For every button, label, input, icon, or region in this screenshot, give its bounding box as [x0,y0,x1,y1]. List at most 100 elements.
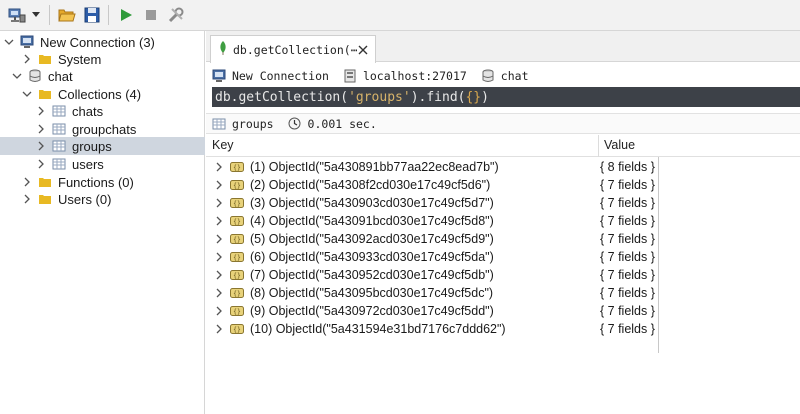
result-row[interactable]: {} (3) ObjectId("5a430903cd030e17c49cf5d… [206,194,800,212]
column-header-key[interactable]: Key [212,138,234,152]
tree-label: Functions (0) [58,174,134,190]
result-key: (3) ObjectId("5a430903cd030e17c49cf5d7") [250,196,494,210]
database-icon [481,69,495,83]
chevron-right-icon[interactable] [214,306,224,316]
stop-icon[interactable] [140,4,162,26]
tree-label: chat [48,68,73,84]
query-suffix: ) [481,89,489,105]
result-row[interactable]: {} (5) ObjectId("5a43092acd030e17c49cf5d… [206,230,800,248]
breadcrumb-database-label: chat [500,69,529,83]
document-icon: {} [230,268,244,282]
tree-item-collection-groupchats[interactable]: groupchats [0,120,205,138]
result-value: { 7 fields } [600,304,655,318]
result-value: { 7 fields } [600,268,655,282]
query-filter: {} [465,89,482,105]
chevron-right-icon[interactable] [214,324,224,334]
result-row[interactable]: {} (4) ObjectId("5a43091bcd030e17c49cf5d… [206,212,800,230]
tree-item-collection-groups[interactable]: groups [0,137,205,155]
chevron-right-icon[interactable] [214,234,224,244]
query-editor[interactable]: db.getCollection('groups').find({}) [212,87,800,107]
result-key: (7) ObjectId("5a430952cd030e17c49cf5db") [250,268,494,282]
chevron-right-icon[interactable] [214,216,224,226]
result-key: (5) ObjectId("5a43092acd030e17c49cf5d9") [250,232,494,246]
result-row[interactable]: {} (10) ObjectId("5a431594e31bd7176c7ddd… [206,320,800,338]
chevron-right-icon[interactable] [22,54,32,64]
result-row[interactable]: {} (8) ObjectId("5a43095bcd030e17c49cf5d… [206,284,800,302]
tree-item-collections[interactable]: Collections (4) [0,85,205,103]
value-column-guide [658,157,659,353]
tree-item-functions[interactable]: Functions (0) [0,173,205,191]
result-key: (1) ObjectId("5a430891bb77aa22ec8ead7b") [250,160,499,174]
result-key: (9) ObjectId("5a430972cd030e17c49cf5dd") [250,304,494,318]
tree-item-connection[interactable]: New Connection (3) [0,33,205,51]
breadcrumb-connection-label: New Connection [232,69,329,83]
folder-icon [38,175,52,189]
svg-text:{}: {} [233,255,241,262]
status-time-label: 0.001 sec. [307,116,377,131]
chevron-right-icon[interactable] [36,141,46,151]
document-icon: {} [230,304,244,318]
chevron-right-icon[interactable] [22,194,32,204]
tree-item-database-chat[interactable]: chat [0,67,205,85]
folder-icon [38,87,52,101]
tree-item-collection-chats[interactable]: chats [0,102,205,120]
save-icon[interactable] [81,4,103,26]
status-collection-label: groups [232,116,274,131]
folder-icon [38,192,52,206]
column-header-value[interactable]: Value [604,138,635,152]
chevron-down-icon[interactable] [22,89,32,99]
result-row[interactable]: {} (1) ObjectId("5a430891bb77aa22ec8ead7… [206,158,800,176]
chevron-right-icon[interactable] [214,180,224,190]
database-icon [28,69,42,83]
result-value: { 7 fields } [600,322,655,336]
document-icon: {} [230,322,244,336]
tree-label: chats [72,103,104,119]
result-key: (10) ObjectId("5a431594e31bd7176c7ddd62"… [250,322,506,336]
chevron-down-icon[interactable] [31,4,41,26]
chevron-right-icon[interactable] [36,106,46,116]
chevron-right-icon[interactable] [36,159,46,169]
result-row[interactable]: {} (9) ObjectId("5a430972cd030e17c49cf5d… [206,302,800,320]
svg-text:{}: {} [233,273,241,280]
tools-icon[interactable] [165,4,187,26]
result-row[interactable]: {} (7) ObjectId("5a430952cd030e17c49cf5d… [206,266,800,284]
clock-icon [288,117,302,131]
svg-text:{}: {} [233,309,241,316]
table-icon [52,122,66,136]
document-icon: {} [230,232,244,246]
chevron-right-icon[interactable] [214,162,224,172]
tab-label: db.getCollection(⋯ [233,42,358,57]
connection-icon[interactable] [6,4,28,26]
svg-text:{}: {} [233,327,241,334]
tree-label: users [72,156,104,172]
document-icon: {} [230,250,244,264]
play-icon[interactable] [115,4,137,26]
result-value: { 7 fields } [600,232,655,246]
chevron-right-icon[interactable] [214,270,224,280]
svg-text:{}: {} [233,219,241,226]
status-collection: groups [212,117,274,131]
result-status-bar: groups 0.001 sec. [206,113,800,134]
chevron-right-icon[interactable] [22,177,32,187]
result-row[interactable]: {} (6) ObjectId("5a430933cd030e17c49cf5d… [206,248,800,266]
column-resize-handle[interactable] [598,135,599,157]
chevron-right-icon[interactable] [214,288,224,298]
table-icon [212,117,226,131]
result-row[interactable]: {} (2) ObjectId("5a4308f2cd030e17c49cf5d… [206,176,800,194]
chevron-right-icon[interactable] [36,124,46,134]
folder-open-icon[interactable] [56,4,78,26]
tree-item-system[interactable]: System [0,50,205,68]
chevron-right-icon[interactable] [214,252,224,262]
document-icon: {} [230,196,244,210]
tree-item-users[interactable]: Users (0) [0,190,205,208]
breadcrumb-database: chat [481,69,529,83]
chevron-down-icon[interactable] [4,37,14,47]
tab-query[interactable]: db.getCollection(⋯ [210,35,376,63]
table-icon [52,104,66,118]
query-panel: db.getCollection(⋯ New Connection localh… [206,31,800,414]
query-prefix: db.getCollection( [215,89,349,105]
chevron-down-icon[interactable] [12,71,22,81]
chevron-right-icon[interactable] [214,198,224,208]
tree-item-collection-users[interactable]: users [0,155,205,173]
close-icon[interactable] [358,44,369,56]
